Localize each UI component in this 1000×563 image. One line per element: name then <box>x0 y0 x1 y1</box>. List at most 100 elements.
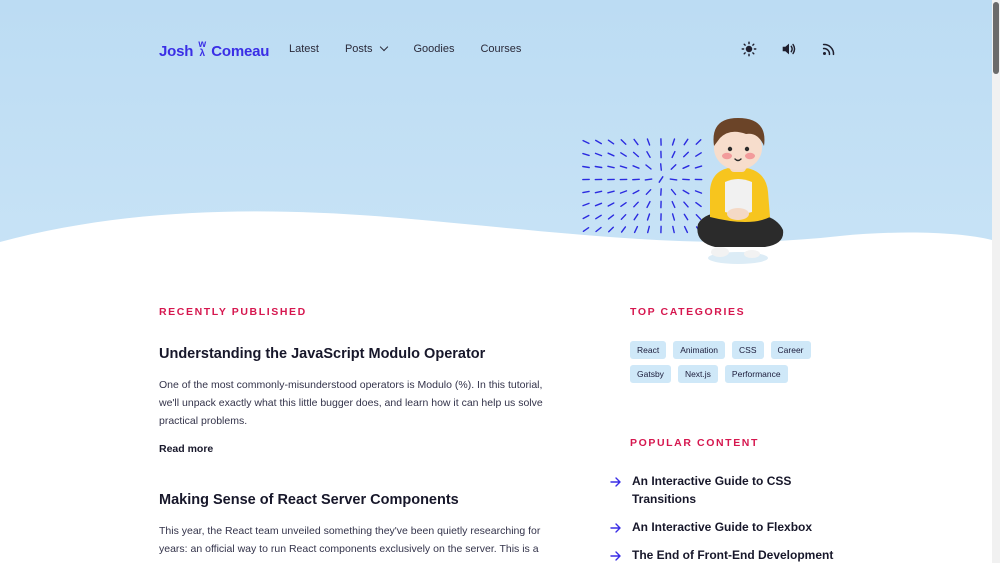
dash-mark <box>594 165 603 169</box>
dash-mark <box>607 190 615 194</box>
popular-item-label: An Interactive Guide to CSS Transitions <box>632 474 792 506</box>
dash-mark <box>620 201 627 208</box>
recent-section-label: RECENTLY PUBLISHED <box>159 306 307 318</box>
dash-mark <box>644 178 653 181</box>
post-title[interactable]: Making Sense of React Server Components <box>159 492 459 508</box>
logo-mark-icon: wλ <box>198 39 207 59</box>
mascot-illustration <box>582 118 784 264</box>
dash-mark <box>632 189 640 195</box>
dash-mark <box>620 152 627 157</box>
dash-mark <box>695 213 702 221</box>
dash-mark <box>633 138 639 146</box>
dash-mark <box>683 225 689 234</box>
arrow-right-icon <box>610 477 621 487</box>
speaker-icon[interactable] <box>780 40 798 58</box>
dash-mark <box>645 188 652 196</box>
scrollbar-thumb[interactable] <box>993 2 999 74</box>
dash-mark <box>646 213 651 221</box>
dash-mark <box>620 139 627 145</box>
post-excerpt: This year, the React team unveiled somet… <box>159 525 541 555</box>
nav-latest[interactable]: Latest <box>289 43 319 55</box>
rss-icon[interactable] <box>820 40 838 58</box>
arrow-right-icon <box>610 551 621 561</box>
popular-item[interactable]: An Interactive Guide to CSS Transitions <box>610 472 850 508</box>
dash-mark <box>633 225 639 234</box>
scrollbar[interactable] <box>992 0 1000 563</box>
dash-mark <box>619 165 628 169</box>
site-logo[interactable]: Josh wλ Comeau <box>159 40 269 62</box>
header-actions <box>740 40 838 58</box>
dash-mark <box>595 214 602 220</box>
tag-performance[interactable]: Performance <box>724 365 788 383</box>
dash-mark <box>670 188 677 196</box>
dash-mark <box>619 190 628 194</box>
dash-mark <box>682 151 690 158</box>
dash-mark <box>582 226 590 233</box>
dash-mark <box>633 201 639 208</box>
popular-item[interactable]: An Interactive Guide to Flexbox <box>610 518 850 536</box>
dash-mark <box>620 213 627 221</box>
dash-mark <box>683 138 689 146</box>
hero-wave <box>0 211 992 270</box>
dash-mark <box>594 190 603 194</box>
category-tags: React Animation CSS Career Gatsby Next.j… <box>630 341 840 383</box>
dash-mark <box>582 202 590 207</box>
dash-mark <box>607 165 615 169</box>
dash-mark <box>683 213 689 221</box>
dash-mark <box>671 200 676 209</box>
popular-item[interactable]: The End of Front-End Development <box>610 546 850 563</box>
logo-text-first: Josh <box>159 42 194 60</box>
dash-mark <box>632 151 640 158</box>
arrow-right-icon <box>610 523 621 533</box>
read-more-link[interactable]: Read more <box>159 443 213 455</box>
sun-icon[interactable] <box>740 40 758 58</box>
dash-mark <box>669 178 678 181</box>
dash-mark <box>646 151 651 158</box>
popular-item-label: The End of Front-End Development <box>632 548 834 562</box>
dash-mark <box>646 138 651 146</box>
dash-mark <box>633 213 639 221</box>
dash-mark <box>672 225 675 234</box>
dash-mark <box>659 163 663 171</box>
dash-mark <box>646 200 651 209</box>
nav-posts[interactable]: Posts <box>344 42 389 55</box>
dash-mark <box>682 165 690 169</box>
dash-mark <box>645 164 652 170</box>
nav-courses[interactable]: Courses <box>480 43 521 55</box>
popular-list: An Interactive Guide to CSS Transitions … <box>610 472 850 563</box>
tag-nextjs[interactable]: Next.js <box>677 365 718 383</box>
mascot-figure <box>697 118 784 264</box>
nav-goodies[interactable]: Goodies <box>413 43 454 55</box>
post-title[interactable]: Understanding the JavaScript Modulo Oper… <box>159 346 485 362</box>
dash-mark <box>694 165 703 169</box>
dash-mark <box>658 176 664 183</box>
tag-gatsby[interactable]: Gatsby <box>630 365 671 383</box>
tag-animation[interactable]: Animation <box>673 341 726 359</box>
dash-mark <box>671 150 676 159</box>
dash-mark <box>682 189 690 195</box>
dash-mark <box>695 152 702 157</box>
dash-mark <box>582 139 590 145</box>
categories-section-label: TOP CATEGORIES <box>630 306 746 318</box>
popular-item-label: An Interactive Guide to Flexbox <box>632 520 813 534</box>
dash-mark <box>608 226 614 233</box>
hero-background <box>0 0 992 270</box>
dash-mark <box>620 226 627 233</box>
dash-mark <box>607 202 615 207</box>
dash-mark <box>670 164 677 170</box>
dash-mark <box>694 190 703 194</box>
dash-mark <box>671 138 676 146</box>
tag-career[interactable]: Career <box>770 341 811 359</box>
dash-mark <box>595 226 602 233</box>
logo-text-last: Comeau <box>211 42 270 60</box>
dash-mark <box>695 201 702 208</box>
dash-mark <box>646 225 651 234</box>
dash-mark <box>594 139 602 145</box>
tag-css[interactable]: CSS <box>732 341 764 359</box>
nav-posts-label: Posts <box>344 43 373 55</box>
main-nav: Latest Posts Goodies Courses <box>289 42 521 55</box>
tag-react[interactable]: React <box>630 341 667 359</box>
dash-mark <box>582 152 590 157</box>
dash-mark <box>582 214 590 220</box>
dash-mark <box>632 165 640 169</box>
